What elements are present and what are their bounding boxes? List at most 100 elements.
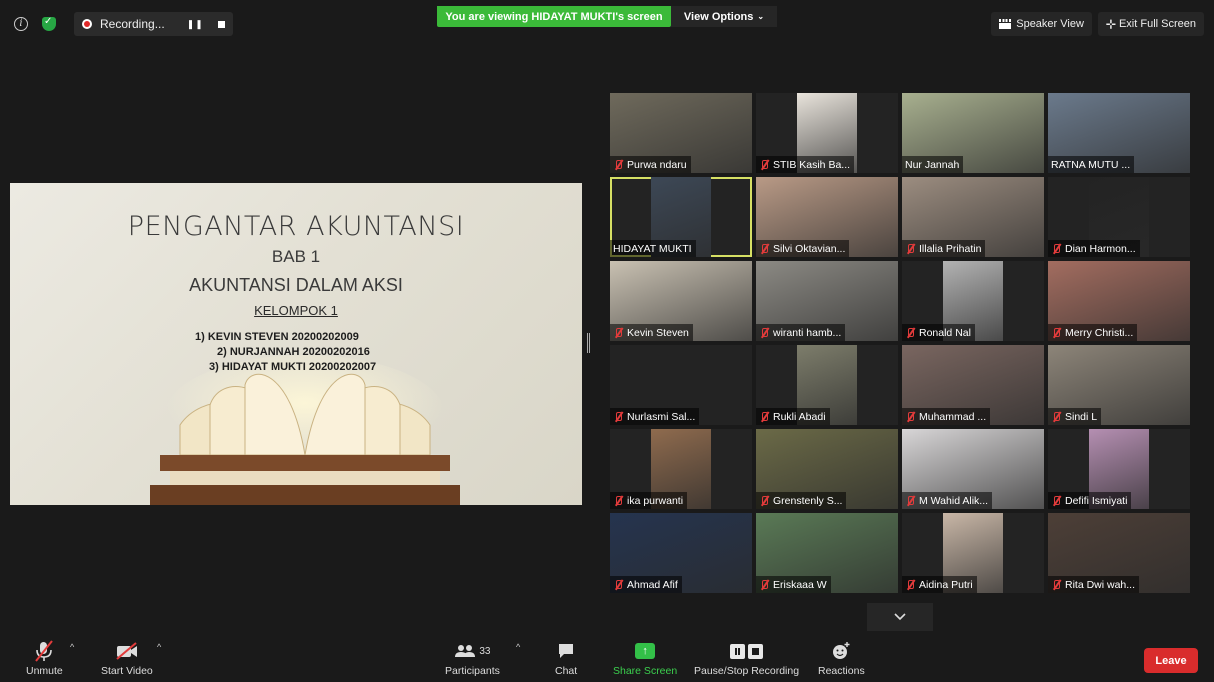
participant-name-tag: M Wahid Alik... [902, 492, 993, 509]
participant-name: Sindi L [1065, 410, 1098, 423]
participant-name-tag: STIB Kasih Ba... [756, 156, 855, 173]
participant-name: Grenstenly S... [773, 494, 843, 507]
participant-gallery: Purwa ndaru STIB Kasih Ba... Nur Jannah RAT… [610, 93, 1192, 602]
participant-name: HIDAYAT MUKTI [613, 242, 692, 255]
unmute-label: Unmute [26, 665, 63, 677]
participant-name-tag: wiranti hamb... [756, 324, 846, 341]
participant-tile[interactable]: Nur Jannah [902, 93, 1044, 173]
participant-tile[interactable]: Sindi L [1048, 345, 1190, 425]
participant-tile[interactable]: Aidina Putri [902, 513, 1044, 593]
recording-dot-icon [82, 19, 92, 29]
participant-tile[interactable]: Kevin Steven [610, 261, 752, 341]
info-icon[interactable]: i [10, 13, 32, 35]
split-divider-handle[interactable] [587, 333, 590, 353]
participant-tile[interactable]: Grenstenly S... [756, 429, 898, 509]
share-screen-arrow-icon: ↑ [635, 643, 656, 659]
participant-name-tag: Defifi Ismiyati [1048, 492, 1132, 509]
stop-recording-icon[interactable] [217, 20, 225, 28]
speaker-view-icon [999, 19, 1012, 29]
video-options-caret-icon[interactable]: ^ [157, 642, 161, 652]
participant-tile[interactable]: Eriskaaa W [756, 513, 898, 593]
top-bar: i Recording... ❚❚ You are viewing HIDAYA… [0, 0, 1214, 48]
encryption-shield-icon[interactable] [38, 13, 60, 35]
top-left-controls: i Recording... ❚❚ [10, 12, 233, 36]
muted-microphone-icon [613, 411, 623, 423]
muted-microphone-icon [613, 495, 623, 507]
participant-tile[interactable]: Rukli Abadi [756, 345, 898, 425]
participant-tile[interactable]: Nurlasmi Sal... [610, 345, 752, 425]
participant-tile[interactable]: wiranti hamb... [756, 261, 898, 341]
start-video-button[interactable]: Start Video [101, 640, 153, 677]
participant-tile[interactable]: RATNA MUTU ... [1048, 93, 1190, 173]
slide-subtitle: AKUNTANSI DALAM AKSI [189, 275, 403, 295]
participant-name: Rukli Abadi [773, 410, 826, 423]
participant-tile[interactable]: Silvi Oktavian... [756, 177, 898, 257]
pause-recording-icon[interactable]: ❚❚ [187, 19, 204, 30]
participant-name-tag: Rukli Abadi [756, 408, 830, 425]
participant-tile[interactable]: Dian Harmon... [1048, 177, 1190, 257]
start-video-label: Start Video [101, 665, 153, 677]
participant-tile[interactable]: Defifi Ismiyati [1048, 429, 1190, 509]
top-right-controls: Speaker View ⊹ Exit Full Screen [991, 12, 1204, 36]
participant-name-tag: Grenstenly S... [756, 492, 847, 509]
chat-label: Chat [555, 665, 578, 677]
reactions-button[interactable]: Reactions [818, 640, 865, 677]
participant-tile[interactable]: Purwa ndaru [610, 93, 752, 173]
muted-microphone-icon [759, 159, 769, 171]
participant-name-tag: Eriskaaa W [756, 576, 831, 593]
gallery-scroll-down-button[interactable] [867, 603, 933, 631]
participant-name: wiranti hamb... [773, 326, 842, 339]
participants-button[interactable]: 33 Participants [445, 640, 500, 677]
participant-name: Rita Dwi wah... [1065, 578, 1136, 591]
pause-stop-recording-button[interactable]: Pause/Stop Recording [694, 640, 799, 677]
participant-tile[interactable]: Muhammad ... [902, 345, 1044, 425]
participant-tile[interactable]: Illalia Prihatin [902, 177, 1044, 257]
audio-options-caret-icon[interactable]: ^ [70, 642, 74, 652]
participant-name-tag: Sindi L [1048, 408, 1102, 425]
chat-button[interactable]: Chat [555, 640, 577, 677]
recording-label: Recording... [100, 17, 165, 31]
viewing-screen-banner: You are viewing HIDAYAT MUKTI's screen [437, 6, 671, 27]
participant-tile[interactable]: Rita Dwi wah... [1048, 513, 1190, 593]
muted-microphone-icon [613, 159, 623, 171]
muted-microphone-icon [759, 411, 769, 423]
participant-tile[interactable]: Ronald Nal [902, 261, 1044, 341]
reactions-label: Reactions [818, 665, 865, 677]
muted-microphone-icon [905, 411, 915, 423]
participants-icon-group: 33 [454, 640, 490, 662]
participant-tile[interactable]: ika purwanti [610, 429, 752, 509]
participant-name: Dian Harmon... [1065, 242, 1136, 255]
participant-tile[interactable]: Merry Christi... [1048, 261, 1190, 341]
smiley-add-icon [831, 640, 851, 662]
participant-name-tag: ika purwanti [610, 492, 688, 509]
exit-full-screen-button[interactable]: ⊹ Exit Full Screen [1097, 12, 1204, 36]
muted-microphone-icon [905, 327, 915, 339]
participant-tile[interactable]: STIB Kasih Ba... [756, 93, 898, 173]
participant-name: Silvi Oktavian... [773, 242, 846, 255]
participant-tile[interactable]: M Wahid Alik... [902, 429, 1044, 509]
muted-microphone-icon [1051, 495, 1061, 507]
participant-name: RATNA MUTU ... [1051, 158, 1131, 171]
speaker-view-button[interactable]: Speaker View [991, 12, 1092, 36]
muted-microphone-icon [759, 243, 769, 255]
slide-group: KELOMPOK 1 [254, 303, 338, 318]
participant-name-tag: Illalia Prihatin [902, 240, 986, 257]
participant-tile[interactable]: HIDAYAT MUKTI [610, 177, 752, 257]
participant-name-tag: Aidina Putri [902, 576, 977, 593]
share-screen-button[interactable]: ↑ Share Screen [613, 640, 677, 677]
muted-microphone-icon [613, 327, 623, 339]
participant-name: Kevin Steven [627, 326, 689, 339]
pause-stop-recording-label: Pause/Stop Recording [694, 665, 800, 677]
muted-microphone-icon [613, 579, 623, 591]
participant-name-tag: Muhammad ... [902, 408, 991, 425]
view-options-button[interactable]: View Options ⌄ [671, 6, 777, 27]
participant-name-tag: Ronald Nal [902, 324, 975, 341]
leave-button[interactable]: Leave [1144, 648, 1198, 673]
muted-microphone-icon [905, 495, 915, 507]
pause-stop-recording-icon [730, 643, 764, 659]
participants-icon [455, 645, 476, 657]
participant-tile[interactable]: Ahmad Afif [610, 513, 752, 593]
unmute-button[interactable]: Unmute [26, 640, 63, 677]
slide-member: 1) KEVIN STEVEN 20200202009 [195, 331, 359, 343]
participants-options-caret-icon[interactable]: ^ [516, 642, 520, 652]
